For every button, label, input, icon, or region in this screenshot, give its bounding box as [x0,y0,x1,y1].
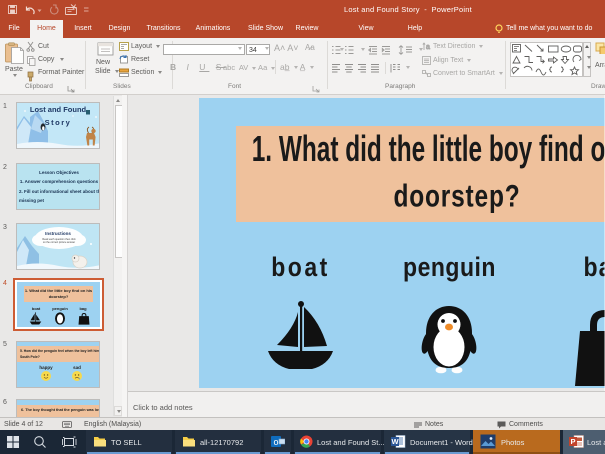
svg-text:a: a [426,44,430,51]
svg-text:W: W [391,437,399,446]
svg-text:o: o [273,437,278,447]
svg-text:P: P [570,437,575,446]
